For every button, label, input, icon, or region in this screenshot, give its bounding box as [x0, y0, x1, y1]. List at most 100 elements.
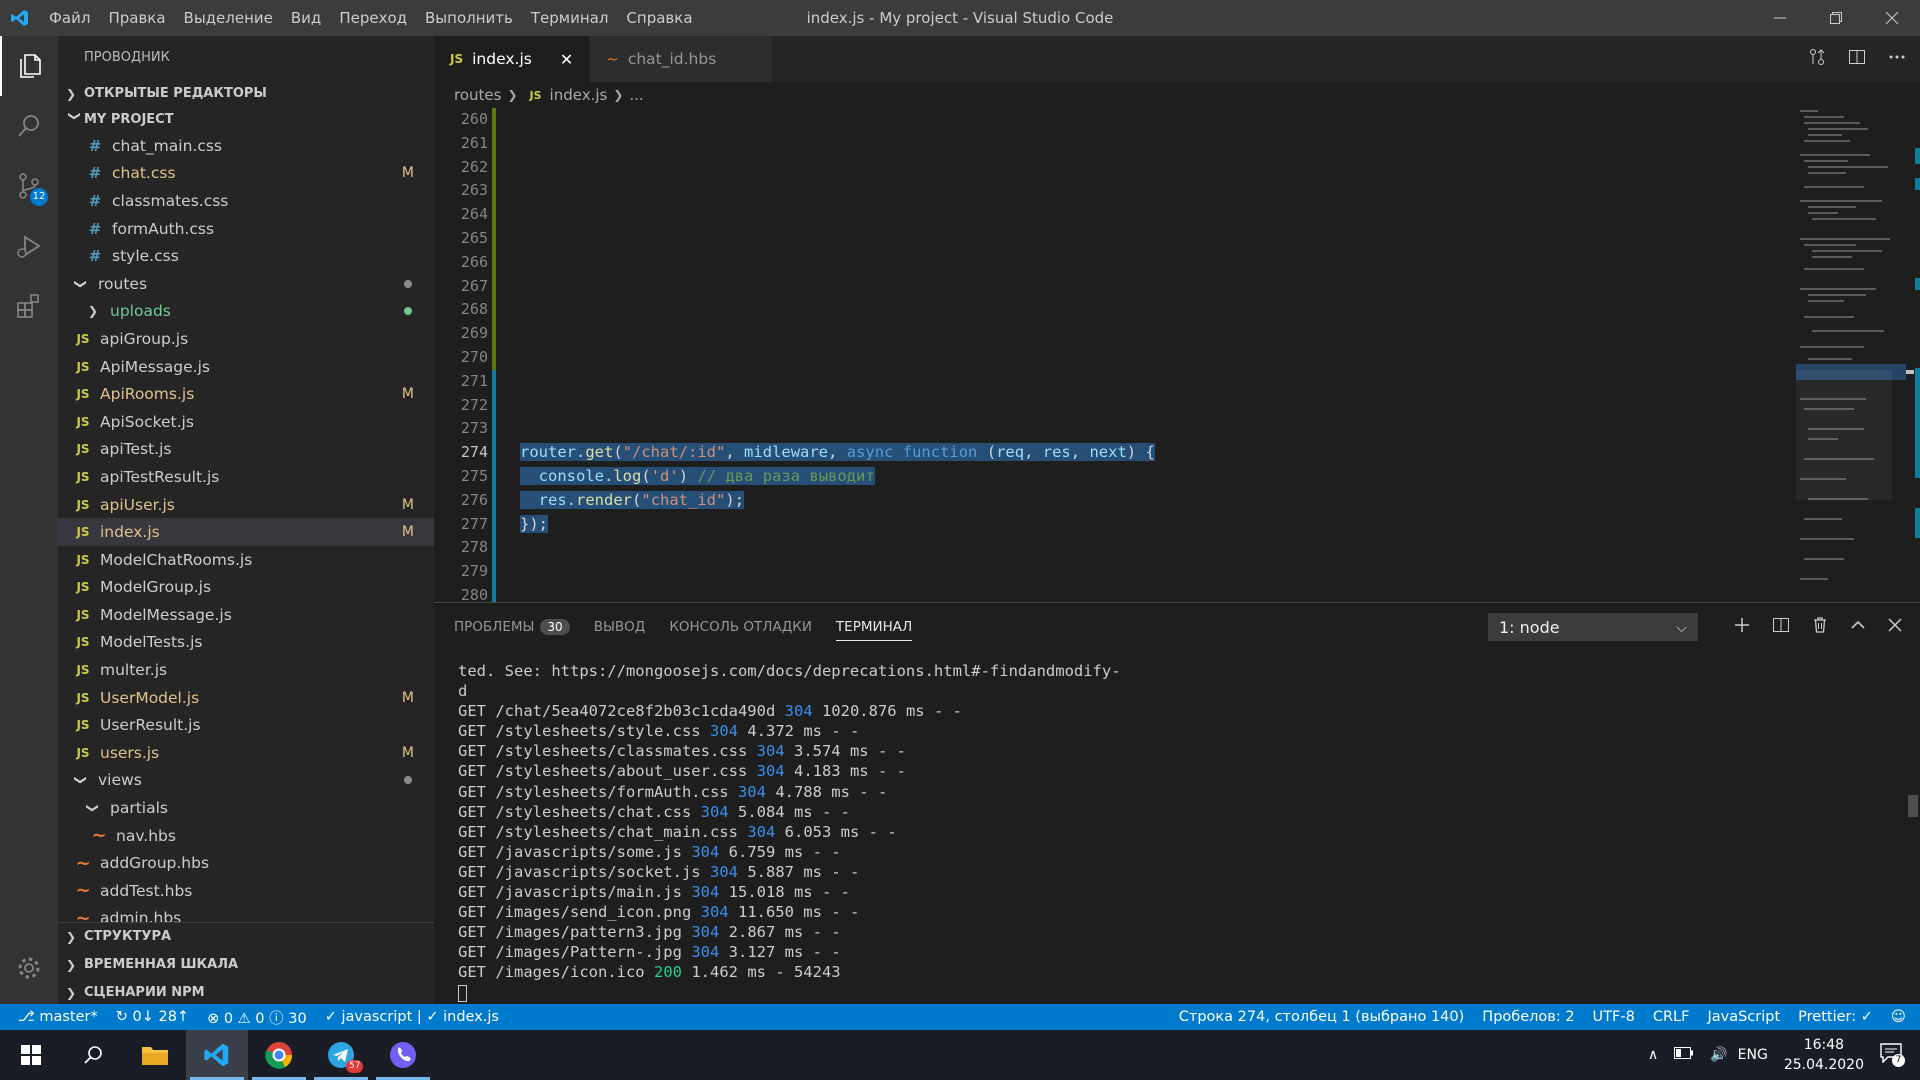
restore-button[interactable]	[1808, 0, 1864, 36]
open-changes-icon[interactable]	[1808, 48, 1826, 70]
code-line[interactable]: router.get("/chat/:id", midleware, async…	[520, 441, 1620, 465]
breadcrumb-folder[interactable]: routes	[454, 86, 501, 104]
breadcrumb-file[interactable]: index.js	[550, 86, 608, 104]
chevron-up-icon[interactable]: ∧	[1648, 1047, 1658, 1063]
viber-icon[interactable]	[372, 1030, 434, 1080]
tree-item[interactable]: ❯ partials	[58, 794, 434, 822]
code-line[interactable]: console.log('d') // два раза выводит	[520, 465, 1620, 489]
line-ending[interactable]: CRLF	[1653, 1009, 1690, 1025]
code-line[interactable]: res.render("chat_id");	[520, 489, 1620, 513]
tab-debug-console[interactable]: КОНСОЛЬ ОТЛАДКИ	[669, 603, 812, 651]
breadcrumb-symbol[interactable]: ...	[629, 86, 643, 104]
tree-item[interactable]: # chat.css M	[58, 160, 434, 188]
cursor-position[interactable]: Строка 274, столбец 1 (выбрано 140)	[1179, 1009, 1465, 1025]
search-icon[interactable]	[0, 96, 58, 156]
tab-problems[interactable]: ПРОБЛЕМЫ 30	[454, 603, 570, 651]
tree-item[interactable]: JS ApiRooms.js M	[58, 380, 434, 408]
terminal-scrollbar[interactable]	[1908, 795, 1918, 817]
outline-section[interactable]: ❯ СТРУКТУРА	[58, 923, 434, 951]
chrome-icon[interactable]	[248, 1030, 310, 1080]
tab-output[interactable]: ВЫВОД	[594, 603, 646, 651]
run-debug-icon[interactable]	[0, 216, 58, 276]
split-terminal-icon[interactable]	[1772, 616, 1790, 638]
feedback-icon[interactable]: ☺	[1891, 1009, 1906, 1025]
tab-chat-id-hbs[interactable]: ∼ chat_id.hbs	[590, 36, 774, 82]
eslint-indicator[interactable]: ✓ javascript | ✓ index.js	[325, 1009, 499, 1025]
maximize-panel-icon[interactable]	[1850, 617, 1866, 637]
settings-gear-icon[interactable]	[0, 938, 58, 998]
clock[interactable]: 16:48 25.04.2020	[1784, 1035, 1864, 1075]
npm-scripts-section[interactable]: ❯ СЦЕНАРИИ NPM	[58, 979, 434, 1004]
tree-item[interactable]: JS ApiSocket.js	[58, 408, 434, 436]
code-line[interactable]	[520, 203, 1620, 227]
code-line[interactable]	[520, 346, 1620, 370]
tree-item[interactable]: JS apiUser.js M	[58, 491, 434, 519]
code-line[interactable]	[520, 394, 1620, 418]
tree-item[interactable]: ❯ uploads	[58, 298, 434, 326]
tree-item[interactable]: JS apiTestResult.js	[58, 463, 434, 491]
tree-item[interactable]: # chat_main.css	[58, 132, 434, 160]
encoding[interactable]: UTF-8	[1593, 1009, 1635, 1025]
tree-item[interactable]: JS UserResult.js	[58, 711, 434, 739]
menu-help[interactable]: Справка	[617, 0, 701, 36]
extensions-icon[interactable]	[0, 276, 58, 336]
source-control-icon[interactable]: 12	[0, 156, 58, 216]
code-line[interactable]	[520, 370, 1620, 394]
language-mode[interactable]: JavaScript	[1707, 1009, 1780, 1025]
minimap[interactable]	[1796, 108, 1906, 602]
code-line[interactable]	[520, 132, 1620, 156]
code-line[interactable]	[520, 417, 1620, 441]
prettier-status[interactable]: Prettier: ✓	[1798, 1009, 1873, 1025]
code-editor[interactable]: 260 261 262 263 264 265 266 267 268 269 270 271 272 2…	[434, 108, 1920, 602]
explorer-icon[interactable]	[0, 36, 58, 96]
notifications-icon[interactable]: 7	[1880, 1043, 1905, 1067]
code-line[interactable]	[520, 108, 1620, 132]
tree-item[interactable]: JS index.js M	[58, 518, 434, 546]
telegram-icon[interactable]: 57	[310, 1030, 372, 1080]
more-actions-icon[interactable]	[1888, 48, 1906, 70]
menu-go[interactable]: Переход	[330, 0, 416, 36]
tree-item[interactable]: JS ApiMessage.js	[58, 353, 434, 381]
project-section[interactable]: ❯ MY PROJECT	[58, 108, 434, 132]
tree-item[interactable]: JS multer.js	[58, 656, 434, 684]
code-area[interactable]: router.get("/chat/:id", midleware, async…	[520, 108, 1620, 602]
close-panel-icon[interactable]	[1888, 618, 1902, 636]
open-editors-section[interactable]: ❯ ОТКРЫТЫЕ РЕДАКТОРЫ	[58, 80, 434, 108]
code-line[interactable]: });	[520, 513, 1620, 537]
menu-terminal[interactable]: Терминал	[522, 0, 618, 36]
code-line[interactable]	[520, 584, 1620, 602]
code-line[interactable]	[520, 322, 1620, 346]
editor-scrollbar[interactable]	[1906, 108, 1920, 602]
tree-item[interactable]: ❯ views	[58, 767, 434, 795]
tree-item[interactable]: JS ModelMessage.js	[58, 601, 434, 629]
vscode-taskbar-icon[interactable]	[186, 1030, 248, 1080]
sync-indicator[interactable]: ↻ 0↓ 28↑	[116, 1009, 189, 1025]
new-terminal-icon[interactable]	[1734, 617, 1750, 637]
menu-file[interactable]: Файл	[40, 0, 99, 36]
tree-item[interactable]: JS users.js M	[58, 739, 434, 767]
start-button[interactable]	[0, 1030, 62, 1080]
input-language[interactable]: ENG	[1738, 1047, 1768, 1063]
tree-item[interactable]: ∼ addTest.hbs	[58, 877, 434, 905]
problems-indicator[interactable]: ⊗ 0 ⚠ 0 ⓘ 30	[207, 1007, 307, 1028]
tree-item[interactable]: JS ModelChatRooms.js	[58, 546, 434, 574]
tree-item[interactable]: JS ModelGroup.js	[58, 574, 434, 602]
terminal-prompt[interactable]	[458, 983, 1888, 1003]
tab-index-js[interactable]: JS index.js ✕	[434, 36, 591, 82]
code-line[interactable]	[520, 251, 1620, 275]
code-line[interactable]	[520, 560, 1620, 584]
code-line[interactable]	[520, 156, 1620, 180]
indentation[interactable]: Пробелов: 2	[1482, 1009, 1574, 1025]
branch-indicator[interactable]: ⎇ master*	[18, 1009, 98, 1025]
split-editor-icon[interactable]	[1848, 48, 1866, 70]
code-line[interactable]	[520, 227, 1620, 251]
menu-edit[interactable]: Правка	[99, 0, 174, 36]
terminal-output[interactable]: ted. See: https://mongoosejs.com/docs/de…	[458, 661, 1888, 1003]
trash-icon[interactable]	[1812, 616, 1828, 638]
battery-icon[interactable]	[1674, 1047, 1694, 1063]
tree-item[interactable]: JS apiTest.js	[58, 436, 434, 464]
terminal-select[interactable]: 1: node ⌵	[1488, 613, 1698, 641]
file-explorer-icon[interactable]	[124, 1030, 186, 1080]
minimize-button[interactable]	[1752, 0, 1808, 36]
tree-item[interactable]: JS ModelTests.js	[58, 629, 434, 657]
